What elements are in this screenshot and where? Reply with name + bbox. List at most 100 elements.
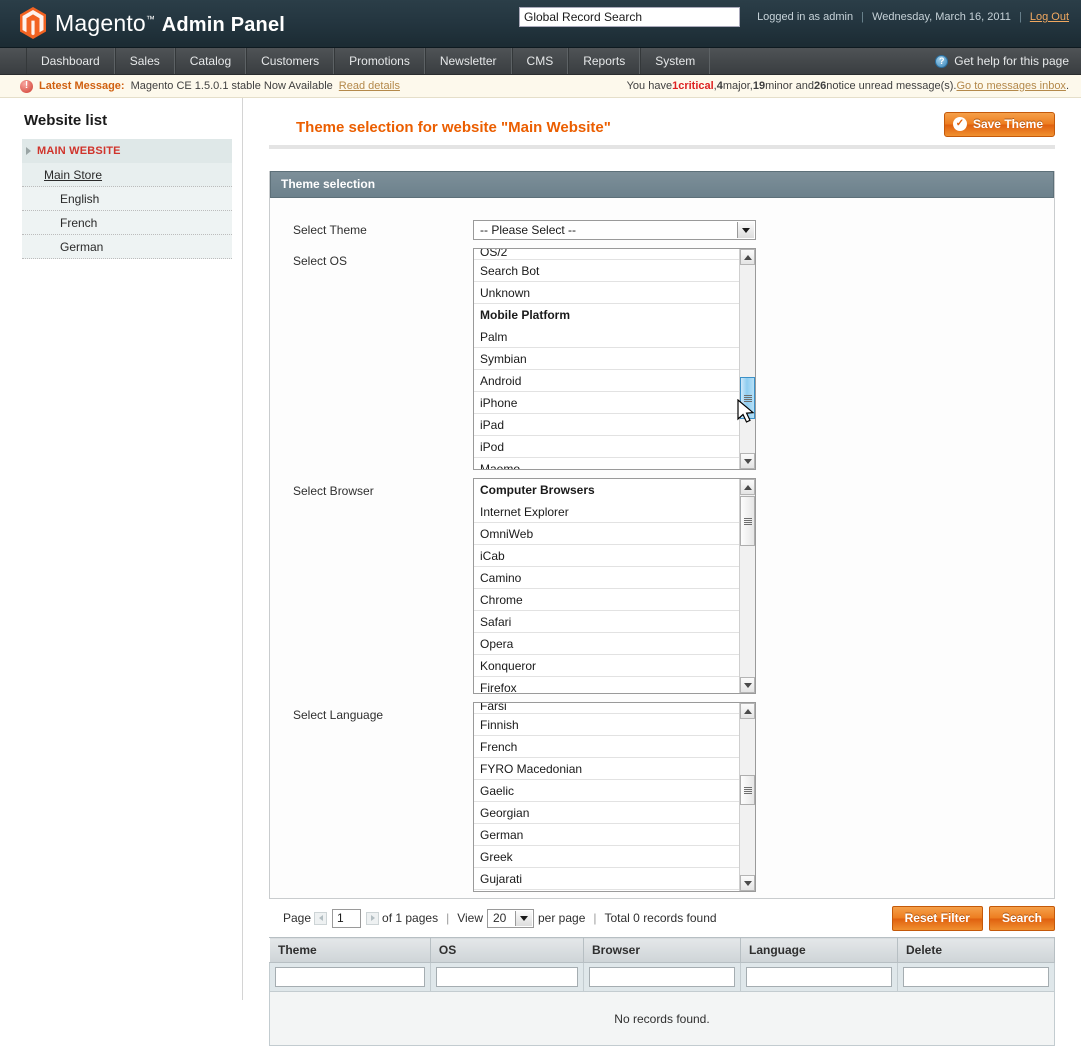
browser-option-icab[interactable]: iCab xyxy=(474,545,739,567)
save-theme-button[interactable]: ✓ Save Theme xyxy=(943,112,1055,137)
previous-page-button[interactable] xyxy=(314,911,328,925)
nav-item-customers[interactable]: Customers xyxy=(246,48,335,74)
scroll-down-arrow-icon[interactable] xyxy=(740,875,755,891)
nav-item-catalog[interactable]: Catalog xyxy=(174,48,247,74)
os-option-search-bot[interactable]: Search Bot xyxy=(474,260,739,282)
messages-inbox-link[interactable]: Go to messages inbox xyxy=(956,80,1065,92)
nav-item-system[interactable]: System xyxy=(640,48,711,74)
chevron-down-icon[interactable] xyxy=(737,222,754,238)
nav-item-dashboard[interactable]: Dashboard xyxy=(26,48,115,74)
column-header-browser[interactable]: Browser xyxy=(582,937,741,963)
browser-option-konqueror[interactable]: Konqueror xyxy=(474,655,739,677)
nav-item-reports[interactable]: Reports xyxy=(568,48,641,74)
os-option-iphone[interactable]: iPhone xyxy=(474,392,739,414)
select-language-scrollbar[interactable] xyxy=(739,703,755,891)
scroll-down-arrow-icon[interactable] xyxy=(740,453,755,469)
no-records-message: No records found. xyxy=(269,991,1055,1046)
question-mark-icon: ? xyxy=(935,54,949,68)
language-option-greek[interactable]: Greek xyxy=(474,846,739,868)
select-browser-scrollbar[interactable] xyxy=(739,479,755,693)
language-option-georgian[interactable]: Georgian xyxy=(474,802,739,824)
column-header-language[interactable]: Language xyxy=(739,937,898,963)
os-option-unknown[interactable]: Unknown xyxy=(474,282,739,304)
field-row-theme: Select Theme -- Please Select -- xyxy=(270,220,1054,240)
scroll-down-arrow-icon[interactable] xyxy=(740,677,755,693)
logout-link[interactable]: Log Out xyxy=(1030,11,1069,23)
language-option-finnish[interactable]: Finnish xyxy=(474,714,739,736)
language-option-french[interactable]: French xyxy=(474,736,739,758)
sidebar-title: Website list xyxy=(24,112,108,129)
os-option-android[interactable]: Android xyxy=(474,370,739,392)
save-theme-label: Save Theme xyxy=(972,117,1043,131)
read-details-link[interactable]: Read details xyxy=(339,80,400,92)
browser-option-internet-explorer[interactable]: Internet Explorer xyxy=(474,501,739,523)
brand-primary: Magento xyxy=(55,9,146,36)
scrollbar-thumb[interactable] xyxy=(740,775,755,805)
os-option-maemo[interactable]: Maemo xyxy=(474,458,739,469)
scrollbar-thumb[interactable] xyxy=(740,377,755,419)
browser-option-opera[interactable]: Opera xyxy=(474,633,739,655)
scroll-up-arrow-icon[interactable] xyxy=(740,479,755,495)
column-header-os[interactable]: OS xyxy=(429,937,584,963)
browser-option-firefox[interactable]: Firefox xyxy=(474,677,739,693)
os-option-ipad[interactable]: iPad xyxy=(474,414,739,436)
scroll-up-arrow-icon[interactable] xyxy=(740,703,755,719)
select-theme-dropdown[interactable]: -- Please Select -- xyxy=(473,220,756,240)
browser-option-safari[interactable]: Safari xyxy=(474,611,739,633)
tree-item-main-store-label[interactable]: Main Store xyxy=(44,168,102,182)
os-option-os2[interactable]: OS/2 xyxy=(474,249,739,260)
grid-empty-row: No records found. xyxy=(269,991,1055,1046)
per-page-select[interactable]: 20 xyxy=(487,908,534,928)
theme-selection-panel-body: Select Theme -- Please Select -- Select … xyxy=(270,198,1054,898)
browser-option-omniweb[interactable]: OmniWeb xyxy=(474,523,739,545)
column-header-theme[interactable]: Theme xyxy=(269,937,431,963)
next-page-button[interactable] xyxy=(366,911,380,925)
nav-item-cms[interactable]: CMS xyxy=(511,48,569,74)
search-button[interactable]: Search xyxy=(988,906,1055,931)
unread-prefix: You have xyxy=(626,80,673,92)
filter-cell-language xyxy=(739,962,898,992)
filter-input-theme[interactable] xyxy=(275,967,425,987)
language-option-gaelic[interactable]: Gaelic xyxy=(474,780,739,802)
browser-optgroup-computer-browsers: Computer Browsers xyxy=(480,483,595,497)
language-option-farsi[interactable]: Farsi xyxy=(474,703,739,714)
nav-item-newsletter[interactable]: Newsletter xyxy=(424,48,512,74)
select-os-listbox[interactable]: OS/2 Search Bot Unknown Mobile Platform … xyxy=(473,248,756,470)
header-meta: Logged in as admin | Wednesday, March 16… xyxy=(757,11,1069,23)
filter-cell-theme xyxy=(269,962,431,992)
language-option-german[interactable]: German xyxy=(474,824,739,846)
global-search-input[interactable] xyxy=(519,7,740,27)
tree-item-main-website[interactable]: MAIN WEBSITE xyxy=(22,139,232,163)
filter-input-browser[interactable] xyxy=(588,967,735,987)
check-circle-icon: ✓ xyxy=(952,117,967,131)
browser-option-camino[interactable]: Camino xyxy=(474,567,739,589)
tree-item-german[interactable]: German xyxy=(22,235,232,259)
os-option-ipod[interactable]: iPod xyxy=(474,436,739,458)
of-pages-label: of 1 pages xyxy=(382,911,439,925)
column-header-delete[interactable]: Delete xyxy=(896,937,1056,963)
select-os-label: Select OS xyxy=(293,254,348,268)
get-help-link[interactable]: ? Get help for this page xyxy=(935,48,1069,74)
filter-input-language[interactable] xyxy=(745,967,892,987)
select-language-listbox[interactable]: Farsi Finnish French FYRO Macedonian Gae… xyxy=(473,702,756,892)
language-option-gujarati[interactable]: Gujarati xyxy=(474,868,739,890)
os-option-palm[interactable]: Palm xyxy=(474,326,739,348)
page-number-input[interactable] xyxy=(332,908,362,928)
select-os-scrollbar[interactable] xyxy=(739,249,755,469)
select-browser-listbox[interactable]: Computer Browsers Internet Explorer Omni… xyxy=(473,478,756,694)
filter-input-delete[interactable] xyxy=(902,967,1049,987)
nav-item-promotions[interactable]: Promotions xyxy=(334,48,425,74)
scroll-up-arrow-icon[interactable] xyxy=(740,249,755,265)
chevron-down-icon[interactable] xyxy=(515,910,532,926)
logo[interactable]: Magento™ Admin Panel xyxy=(18,6,285,40)
scrollbar-thumb[interactable] xyxy=(740,496,755,546)
language-option-fyro-macedonian[interactable]: FYRO Macedonian xyxy=(474,758,739,780)
nav-item-sales[interactable]: Sales xyxy=(114,48,175,74)
filter-input-os[interactable] xyxy=(435,967,578,987)
reset-filter-button[interactable]: Reset Filter xyxy=(891,906,983,931)
browser-option-chrome[interactable]: Chrome xyxy=(474,589,739,611)
tree-item-english[interactable]: English xyxy=(22,187,232,211)
tree-item-main-store[interactable]: Main Store xyxy=(22,163,232,187)
tree-item-french[interactable]: French xyxy=(22,211,232,235)
os-option-symbian[interactable]: Symbian xyxy=(474,348,739,370)
